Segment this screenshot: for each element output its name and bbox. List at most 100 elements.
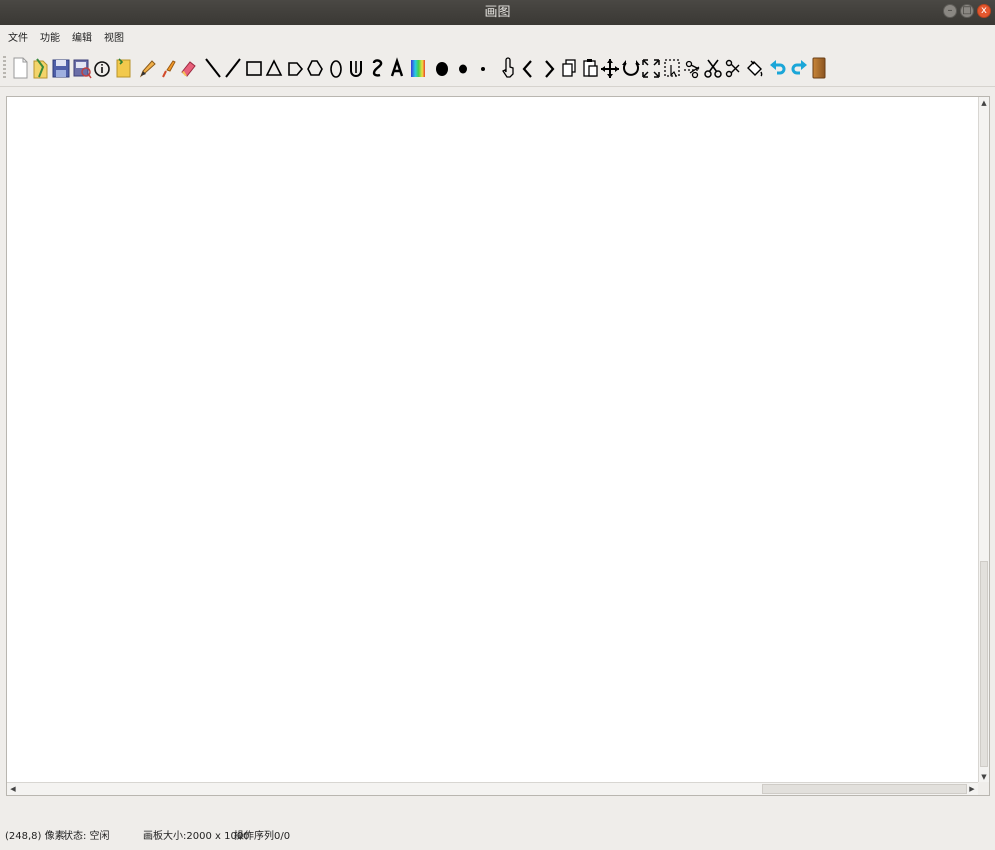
pen-size-small-icon <box>481 67 486 71</box>
open-file-icon <box>33 58 48 79</box>
clipboard-button[interactable] <box>113 56 134 80</box>
fullscreen-icon <box>642 59 660 78</box>
arrow-right-button[interactable] <box>539 56 560 80</box>
menu-edit[interactable]: 编辑 <box>65 29 97 44</box>
horizontal-scroll-thumb[interactable] <box>762 784 967 794</box>
menu-bar: 文件 功能 编辑 视图 <box>0 25 995 47</box>
hexagon-icon <box>307 60 324 76</box>
toolbar <box>0 47 995 87</box>
eraser-button[interactable] <box>178 56 199 80</box>
pencil-icon <box>140 60 156 78</box>
canvas-scroll-area: ▲ ▼ ◀ ▶ <box>6 96 990 796</box>
pentagon-button[interactable] <box>285 56 306 80</box>
scroll-corner <box>978 782 989 795</box>
save-as-icon <box>73 59 92 79</box>
line-slash-icon <box>225 58 242 78</box>
menu-function[interactable]: 功能 <box>33 29 65 44</box>
triangle-button[interactable] <box>264 56 285 80</box>
save-as-button[interactable] <box>72 56 93 80</box>
text-button[interactable] <box>387 56 408 80</box>
move-icon <box>601 59 620 78</box>
paste-icon <box>583 59 598 77</box>
select-button[interactable] <box>662 56 683 80</box>
hand-pointer-icon <box>501 57 514 78</box>
scissors-button[interactable] <box>723 56 744 80</box>
info-icon <box>94 61 111 77</box>
curve-u-button[interactable] <box>346 56 367 80</box>
arrow-right-icon <box>544 60 555 78</box>
rectangle-icon <box>245 61 262 76</box>
title-bar: 画图 – □ x <box>0 0 995 25</box>
arrow-left-button[interactable] <box>518 56 539 80</box>
copy-button[interactable] <box>559 56 580 80</box>
menu-view[interactable]: 视图 <box>97 29 129 44</box>
hexagon-button[interactable] <box>305 56 326 80</box>
status-operations: 操作序列0/0 <box>234 830 291 842</box>
pencil-button[interactable] <box>137 56 158 80</box>
pen-size-medium-icon <box>458 64 467 74</box>
status-coords: (248,8) 像素 <box>5 830 65 842</box>
save-button[interactable] <box>51 56 72 80</box>
drawing-canvas[interactable] <box>7 97 979 783</box>
scroll-up-arrow[interactable]: ▲ <box>979 98 989 108</box>
minimize-button[interactable]: – <box>943 4 957 18</box>
menu-file[interactable]: 文件 <box>0 29 33 44</box>
brush-icon <box>161 60 176 78</box>
fill-bucket-icon <box>746 60 763 77</box>
info-button[interactable] <box>92 56 113 80</box>
curve-u-icon <box>350 61 363 77</box>
horizontal-scrollbar[interactable]: ◀ ▶ <box>7 782 979 795</box>
line-slash-button[interactable] <box>223 56 244 80</box>
pentagon-icon <box>287 62 303 76</box>
move-button[interactable] <box>600 56 621 80</box>
status-canvas-size: 画板大小:2000 x 1000 <box>143 830 250 842</box>
curve-s-button[interactable] <box>367 56 388 80</box>
ellipse-button[interactable] <box>326 56 347 80</box>
status-state: 状态: 空闲 <box>63 830 110 842</box>
board-button[interactable] <box>809 56 830 80</box>
status-bar: (248,8) 像素 状态: 空闲 画板大小:2000 x 1000 操作序列0… <box>0 826 995 842</box>
fill-bucket-button[interactable] <box>744 56 765 80</box>
rotate-icon <box>621 60 640 76</box>
fullscreen-button[interactable] <box>641 56 662 80</box>
select-icon <box>664 59 680 77</box>
close-button[interactable]: x <box>977 4 991 18</box>
scroll-left-arrow[interactable]: ◀ <box>8 784 18 794</box>
scroll-down-arrow[interactable]: ▼ <box>979 772 989 782</box>
paste-button[interactable] <box>580 56 601 80</box>
color-button[interactable] <box>408 56 429 80</box>
new-file-icon <box>13 57 28 79</box>
pen-size-medium-button[interactable] <box>453 56 474 80</box>
undo-button[interactable] <box>768 56 789 80</box>
redo-icon <box>791 60 807 75</box>
color-gradient-icon <box>410 60 425 77</box>
rectangle-button[interactable] <box>244 56 265 80</box>
window-title: 画图 <box>484 5 511 20</box>
new-file-button[interactable] <box>10 56 31 80</box>
vertical-scroll-thumb[interactable] <box>980 561 988 767</box>
brush-button[interactable] <box>158 56 179 80</box>
line-backslash-button[interactable] <box>203 56 224 80</box>
cut-icon <box>704 59 722 78</box>
board-icon <box>812 57 826 79</box>
hand-pointer-button[interactable] <box>498 56 519 80</box>
cut-button[interactable] <box>703 56 724 80</box>
line-backslash-icon <box>204 58 221 78</box>
open-file-button[interactable] <box>31 56 52 80</box>
copy-icon <box>562 59 576 77</box>
pen-size-large-button[interactable] <box>432 56 453 80</box>
toolbar-grip[interactable] <box>3 56 6 78</box>
crop-button[interactable] <box>682 56 703 80</box>
triangle-icon <box>265 59 283 76</box>
pen-size-small-button[interactable] <box>473 56 494 80</box>
redo-button[interactable] <box>789 56 810 80</box>
maximize-button[interactable]: □ <box>960 4 974 18</box>
scissors-icon <box>726 59 740 78</box>
arrow-left-icon <box>522 60 533 78</box>
vertical-scrollbar[interactable]: ▲ ▼ <box>978 97 989 783</box>
rotate-button[interactable] <box>621 56 642 80</box>
scroll-right-arrow[interactable]: ▶ <box>967 784 977 794</box>
save-icon <box>52 59 70 78</box>
eraser-icon <box>181 61 196 77</box>
toolbar-tools <box>10 56 830 80</box>
